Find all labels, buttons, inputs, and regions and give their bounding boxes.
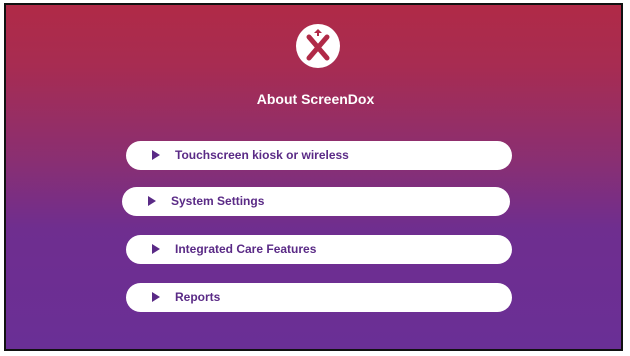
- menu-button-label: Touchscreen kiosk or wireless: [175, 148, 349, 162]
- menu-button-system-settings[interactable]: System Settings: [122, 187, 510, 216]
- menu-button-label: System Settings: [171, 194, 265, 208]
- triangle-right-icon: [152, 292, 160, 302]
- menu-button-label: Reports: [175, 290, 221, 304]
- page-title: About ScreenDox: [256, 91, 375, 107]
- screendox-x-logo-icon: [306, 29, 330, 61]
- triangle-right-icon: [148, 196, 156, 206]
- menu-button-touchscreen-kiosk[interactable]: Touchscreen kiosk or wireless: [126, 141, 512, 170]
- triangle-right-icon: [152, 244, 160, 254]
- slide-frame: About ScreenDox Touchscreen kiosk or wir…: [4, 3, 623, 351]
- menu-button-integrated-care[interactable]: Integrated Care Features: [126, 235, 512, 264]
- triangle-right-icon: [152, 150, 160, 160]
- screendox-logo-icon: [296, 24, 340, 68]
- menu-button-reports[interactable]: Reports: [126, 283, 512, 312]
- menu-button-label: Integrated Care Features: [175, 242, 317, 256]
